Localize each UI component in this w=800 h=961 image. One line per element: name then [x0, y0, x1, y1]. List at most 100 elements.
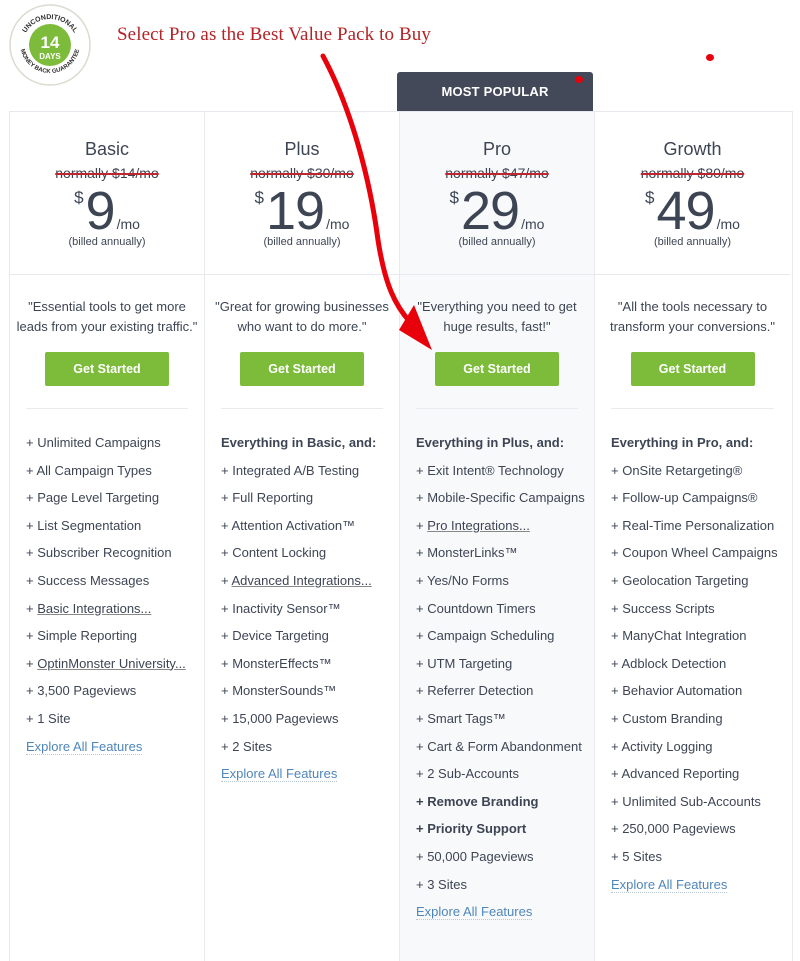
explore-all-features-link[interactable]: Explore All Features: [26, 738, 143, 755]
currency-symbol: $: [645, 188, 655, 207]
feature-item: + Priority Support: [416, 821, 527, 837]
plan-price: $ 29 /mo: [400, 182, 594, 240]
plan-column-growth: Growth normally $80/mo $ 49 /mo (billed …: [595, 112, 790, 961]
pricing-table: Basic normally $14/mo $ 9 /mo (billed an…: [9, 111, 793, 961]
feature-item: + 2 Sub-Accounts: [416, 766, 519, 782]
get-started-button-growth[interactable]: Get Started: [630, 352, 755, 386]
feature-item: + Custom Branding: [611, 710, 723, 726]
feature-item: + Behavior Automation: [611, 683, 743, 699]
explore-all-features-link[interactable]: Explore All Features: [416, 904, 533, 921]
annotation-headline: Select Pro as the Best Value Pack to Buy: [117, 24, 431, 45]
feature-item: + Content Locking: [221, 545, 327, 561]
plan-name: Pro: [482, 139, 511, 159]
original-price: normally $80/mo: [640, 165, 745, 181]
plan-header: Pro normally $47/mo $ 29 /mo (billed ann…: [400, 112, 594, 275]
feature-link[interactable]: Advanced Integrations...: [232, 573, 372, 588]
feature-item: + 15,000 Pageviews: [221, 710, 339, 726]
most-popular-label: MOST POPULAR: [441, 84, 549, 99]
badge-number: 14: [41, 33, 60, 52]
feature-item: + 2 Sites: [221, 738, 272, 754]
feature-item: + Inactivity Sensor™: [221, 600, 341, 616]
feature-item: + UTM Targeting: [416, 655, 513, 671]
feature-list: Everything in Basic, and: + Integrated A/…: [221, 435, 399, 794]
feature-item: + 250,000 Pageviews: [611, 821, 736, 837]
currency-symbol: $: [254, 188, 265, 207]
plan-column-basic: Basic normally $14/mo $ 9 /mo (billed an…: [10, 112, 205, 961]
plan-price: $ 19 /mo: [205, 182, 399, 240]
feature-item: + Cart & Form Abandonment: [416, 738, 582, 754]
feature-item: + Remove Branding: [416, 793, 539, 809]
feature-item: + Referrer Detection: [416, 683, 534, 699]
feature-item: + Full Reporting: [221, 490, 314, 506]
plan-column-pro: Pro normally $47/mo $ 29 /mo (billed ann…: [400, 112, 595, 961]
divider: [221, 408, 383, 409]
feature-item: + Campaign Scheduling: [416, 628, 555, 644]
feature-list: + Unlimited Campaigns + All Campaign Type…: [26, 435, 204, 766]
plan-name: Plus: [284, 139, 320, 159]
feature-item: + 3 Sites: [416, 876, 467, 892]
feature-item: + Mobile-Specific Campaigns: [416, 490, 585, 506]
feature-item: + MonsterEffects™: [221, 655, 332, 671]
feature-item: + Subscriber Recognition: [26, 545, 172, 561]
feature-item: + Advanced Integrations...: [221, 572, 372, 588]
original-price: normally $47/mo: [445, 165, 549, 181]
billing-note: (billed annually): [68, 236, 146, 248]
feature-item: + Success Messages: [26, 572, 150, 588]
feature-item: + MonsterLinks™: [416, 545, 518, 561]
feature-item: + All Campaign Types: [26, 462, 152, 478]
original-price: normally $14/mo: [55, 165, 159, 181]
feature-item: + Follow-up Campaigns®: [611, 490, 758, 506]
feature-item: + 50,000 Pageviews: [416, 848, 534, 864]
explore-all-features-link[interactable]: Explore All Features: [611, 876, 728, 893]
plan-name: Basic: [84, 139, 129, 159]
feature-item: + Integrated A/B Testing: [221, 462, 360, 478]
feature-item: + MonsterSounds™: [221, 683, 337, 699]
feature-item: + Basic Integrations...: [26, 600, 152, 616]
billing-note: (billed annually): [263, 236, 341, 248]
explore-item: Explore All Features: [221, 766, 399, 794]
feature-list: Everything in Plus, and: + Exit Intent® T…: [416, 435, 594, 932]
divider: [416, 408, 578, 409]
billing-note: (billed annually): [653, 236, 732, 248]
feature-item: + Page Level Targeting: [26, 490, 160, 506]
explore-item: Explore All Features: [26, 738, 204, 767]
feature-item: + List Segmentation: [26, 517, 142, 533]
feature-item: + OnSite Retargeting®: [611, 462, 743, 478]
currency-symbol: $: [74, 188, 84, 207]
feature-item: + Unlimited Campaigns: [26, 435, 161, 450]
feature-item: + Unlimited Sub-Accounts: [611, 793, 761, 809]
explore-all-features-link[interactable]: Explore All Features: [221, 766, 338, 783]
feature-item: + Smart Tags™: [416, 710, 506, 726]
feature-item: + 3,500 Pageviews: [26, 683, 137, 699]
divider: [611, 408, 774, 409]
plan-price: $ 9 /mo: [10, 182, 204, 240]
feature-link[interactable]: Pro Integrations...: [427, 518, 530, 533]
feature-item: + Advanced Reporting: [611, 766, 740, 782]
price-period: /mo: [326, 216, 350, 232]
get-started-button-basic[interactable]: Get Started: [45, 352, 169, 386]
price-amount: 9: [85, 181, 116, 241]
feature-item: + Coupon Wheel Campaigns: [611, 545, 778, 561]
feature-link[interactable]: Basic Integrations...: [37, 601, 151, 616]
explore-item: Explore All Features: [611, 876, 790, 905]
plan-header: Plus normally $30/mo $ 19 /mo (billed an…: [205, 112, 399, 275]
annotation-dot: [706, 54, 714, 61]
billing-note: (billed annually): [458, 236, 536, 248]
feature-item: + Attention Activation™: [221, 517, 356, 533]
price-period: /mo: [521, 216, 545, 232]
original-price: normally $30/mo: [250, 165, 354, 181]
feature-item: + Simple Reporting: [26, 628, 137, 644]
get-started-button-pro[interactable]: Get Started: [435, 352, 559, 386]
divider: [26, 408, 188, 409]
feature-link[interactable]: OptinMonster University...: [37, 656, 186, 671]
feature-item: + OptinMonster University...: [26, 655, 186, 671]
price-amount: 19: [266, 181, 325, 241]
get-started-button-plus[interactable]: Get Started: [240, 352, 364, 386]
price-period: /mo: [116, 216, 140, 232]
plan-header: Basic normally $14/mo $ 9 /mo (billed an…: [10, 112, 204, 275]
annotation-dot: [575, 76, 583, 83]
feature-item: + Pro Integrations...: [416, 517, 530, 533]
feature-list: Everything in Pro, and: + OnSite Retarget…: [611, 435, 790, 904]
currency-symbol: $: [449, 188, 460, 207]
feature-item: + Countdown Timers: [416, 600, 536, 616]
